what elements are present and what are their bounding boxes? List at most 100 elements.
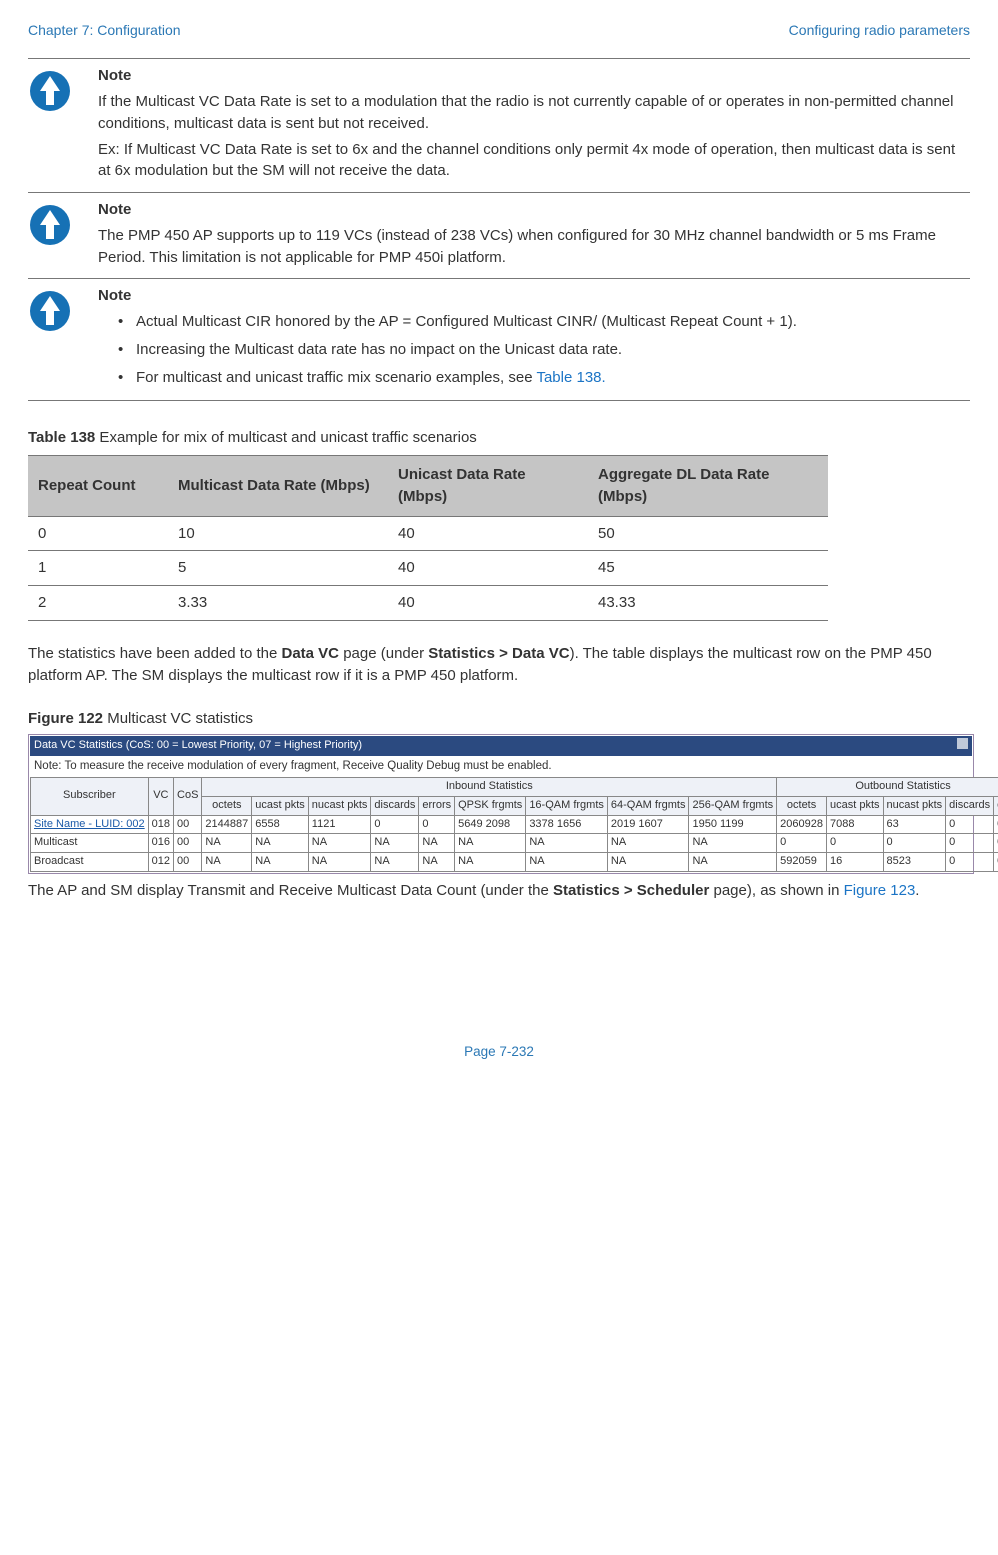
cell: NA — [455, 853, 526, 872]
text: The AP and SM display Transmit and Recei… — [28, 882, 553, 899]
cell: 10 — [168, 516, 388, 551]
th: octets — [202, 796, 252, 815]
table-row: 0 10 40 50 — [28, 516, 828, 551]
text-bold: Statistics > Data VC — [428, 645, 569, 662]
caption-rest: Multicast VC statistics — [103, 710, 253, 727]
th: Subscriber — [31, 777, 149, 815]
cell: 016 — [148, 834, 173, 853]
cell: 2 — [28, 586, 168, 621]
cell: 0 — [28, 516, 168, 551]
cell: 63 — [883, 815, 946, 834]
page-header: Chapter 7: Configuration Configuring rad… — [28, 20, 970, 40]
cell: 0 — [994, 853, 998, 872]
cell: 7088 — [826, 815, 883, 834]
th: 256-QAM frgmts — [689, 796, 777, 815]
note-body: Note The PMP 450 AP supports up to 119 V… — [98, 199, 970, 272]
paragraph-data-vc: The statistics have been added to the Da… — [28, 643, 970, 687]
note-text: Ex: If Multicast VC Data Rate is set to … — [98, 139, 962, 183]
cell: 592059 — [777, 853, 827, 872]
page-footer: Page 7-232 — [28, 1042, 970, 1062]
notes-block: Note If the Multicast VC Data Rate is se… — [28, 58, 970, 401]
note-row: Note Actual Multicast CIR honored by the… — [28, 279, 970, 401]
th: QPSK frgmts — [455, 796, 526, 815]
figure-123-link[interactable]: Figure 123 — [844, 882, 916, 899]
th: discards — [371, 796, 419, 815]
caption-bold: Table 138 — [28, 429, 95, 446]
table-header: Unicast Data Rate (Mbps) — [388, 456, 588, 517]
cell: NA — [308, 853, 371, 872]
cell: 0 — [994, 815, 998, 834]
text: . — [915, 882, 919, 899]
table-row: Broadcast01200NANANANANANANANANA59205916… — [31, 853, 998, 872]
cell: 5649 2098 — [455, 815, 526, 834]
note-bullets: Actual Multicast CIR honored by the AP =… — [98, 311, 962, 388]
note-text: If the Multicast VC Data Rate is set to … — [98, 91, 962, 135]
table-header: Multicast Data Rate (Mbps) — [168, 456, 388, 517]
cell: NA — [371, 834, 419, 853]
th-group: Inbound Statistics — [202, 777, 777, 796]
table-138-link[interactable]: Table 138. — [536, 369, 605, 386]
cell: 1121 — [308, 815, 371, 834]
cell: NA — [202, 853, 252, 872]
subscriber-link[interactable]: Site Name - LUID: 002 — [34, 818, 145, 830]
th: CoS — [174, 777, 202, 815]
note-body: Note Actual Multicast CIR honored by the… — [98, 285, 970, 394]
th-group: Outbound Statistics — [777, 777, 998, 796]
cell: 012 — [148, 853, 173, 872]
text-bold: Statistics > Scheduler — [553, 882, 709, 899]
note-row: Note The PMP 450 AP supports up to 119 V… — [28, 193, 970, 279]
cell: NA — [607, 834, 689, 853]
cell: NA — [308, 834, 371, 853]
table-header: Repeat Count — [28, 456, 168, 517]
cell: 1 — [28, 551, 168, 586]
th: octets — [777, 796, 827, 815]
cell: 0 — [994, 834, 998, 853]
th: discards — [946, 796, 994, 815]
data-vc-statistics-panel: Data VC Statistics (CoS: 00 = Lowest Pri… — [28, 734, 974, 874]
cell: 00 — [174, 815, 202, 834]
panel-title: Data VC Statistics (CoS: 00 = Lowest Pri… — [34, 738, 362, 754]
note-icon-cell — [28, 199, 98, 272]
cell: 0 — [826, 834, 883, 853]
th: 64-QAM frgmts — [607, 796, 689, 815]
cell: NA — [455, 834, 526, 853]
cell: 3.33 — [168, 586, 388, 621]
info-icon — [28, 289, 72, 333]
cell: 16 — [826, 853, 883, 872]
note-title: Note — [98, 201, 131, 218]
cell: 00 — [174, 834, 202, 853]
cell: NA — [526, 853, 608, 872]
cell: 0 — [883, 834, 946, 853]
cell: 45 — [588, 551, 828, 586]
cell: 0 — [371, 815, 419, 834]
info-icon — [28, 203, 72, 247]
caption-rest: Example for mix of multicast and unicast… — [95, 429, 477, 446]
caption-bold: Figure 122 — [28, 710, 103, 727]
subscriber-cell: Multicast — [31, 834, 149, 853]
cell: 2060928 — [777, 815, 827, 834]
bullet-text: For multicast and unicast traffic mix sc… — [136, 369, 536, 386]
cell: NA — [371, 853, 419, 872]
table-header: Aggregate DL Data Rate (Mbps) — [588, 456, 828, 517]
cell: 3378 1656 — [526, 815, 608, 834]
th: ucast pkts — [826, 796, 883, 815]
cell: 00 — [174, 853, 202, 872]
th: 16-QAM frgmts — [526, 796, 608, 815]
th: nucast pkts — [308, 796, 371, 815]
cell: 2019 1607 — [607, 815, 689, 834]
note-body: Note If the Multicast VC Data Rate is se… — [98, 65, 970, 186]
cell: NA — [526, 834, 608, 853]
note-text: The PMP 450 AP supports up to 119 VCs (i… — [98, 225, 962, 269]
collapse-icon[interactable] — [957, 738, 968, 749]
bullet-item: For multicast and unicast traffic mix sc… — [118, 367, 962, 389]
cell: 40 — [388, 551, 588, 586]
cell: NA — [252, 853, 309, 872]
cell: 0 — [946, 834, 994, 853]
text: page), as shown in — [709, 882, 843, 899]
cell: 40 — [388, 586, 588, 621]
cell: NA — [689, 853, 777, 872]
bullet-item: Actual Multicast CIR honored by the AP =… — [118, 311, 962, 333]
cell: 018 — [148, 815, 173, 834]
cell: NA — [419, 834, 455, 853]
th: nucast pkts — [883, 796, 946, 815]
